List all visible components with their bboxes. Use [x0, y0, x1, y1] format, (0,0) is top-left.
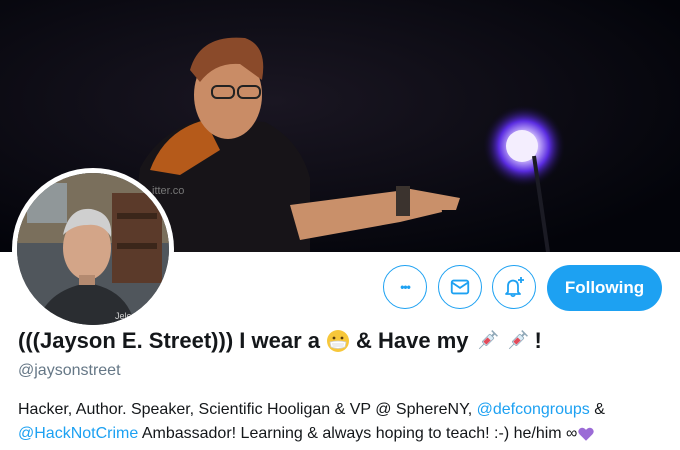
more-icon: •••	[400, 280, 411, 294]
message-button[interactable]	[438, 265, 482, 309]
notifications-button[interactable]	[492, 265, 536, 309]
bio-text-2: &	[589, 401, 605, 418]
syringe-emoji-icon	[508, 330, 528, 350]
bio-link-hacknotcrime[interactable]: @HackNotCrime	[18, 425, 138, 442]
profile-bio: Hacker, Author. Speaker, Scientific Hool…	[18, 398, 668, 446]
display-name-part3: !	[534, 328, 542, 353]
display-name-part1: (((Jayson E. Street))) I wear a	[18, 328, 320, 353]
syringe-emoji-icon	[478, 330, 498, 350]
avatar-shirt-text: Jeleron	[115, 311, 145, 321]
profile-handle: @jaysonstreet	[18, 362, 121, 379]
avatar-photo: Jeleron	[17, 173, 169, 325]
bell-plus-icon	[505, 277, 524, 298]
bio-text-1: Hacker, Author. Speaker, Scientific Hool…	[18, 401, 477, 418]
banner-shirt-text: itter.co	[152, 185, 184, 197]
profile-display-name: (((Jayson E. Street))) I wear a & Have m…	[18, 328, 542, 354]
mail-icon	[450, 279, 470, 295]
bio-link-defcongroups[interactable]: @defcongroups	[477, 401, 590, 418]
display-name-part2: & Have my	[355, 328, 469, 353]
more-button[interactable]: •••	[383, 265, 427, 309]
mask-emoji-icon	[326, 330, 349, 352]
bio-text-3: Ambassador! Learning & always hoping to …	[138, 425, 578, 442]
following-button[interactable]: Following	[547, 265, 662, 311]
purple-heart-icon	[578, 427, 595, 441]
profile-avatar-ring[interactable]: Jeleron	[12, 168, 174, 330]
avatar[interactable]: Jeleron	[17, 173, 169, 325]
